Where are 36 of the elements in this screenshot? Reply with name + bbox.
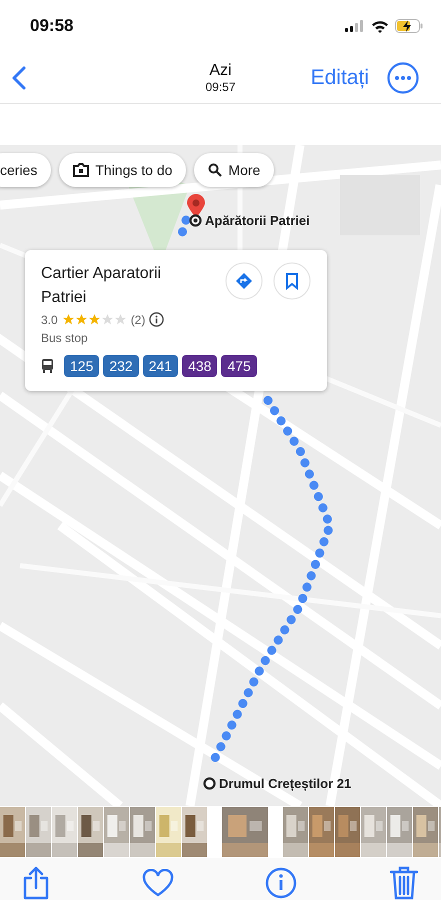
location-pin-icon: [187, 194, 205, 218]
favorite-button[interactable]: [142, 869, 174, 897]
directions-button[interactable]: [225, 262, 263, 300]
bus-icon: [41, 359, 54, 373]
delete-button[interactable]: [388, 866, 419, 900]
save-button[interactable]: [273, 262, 311, 300]
review-count: (2): [130, 312, 146, 326]
more-button[interactable]: [387, 62, 419, 94]
bus-route-badge: 475: [221, 355, 257, 377]
info-button[interactable]: [265, 867, 298, 899]
bus-route-badge: 241: [142, 355, 178, 377]
place-type: Bus stop: [41, 331, 89, 345]
stop-marker-icon: [189, 214, 202, 227]
place-label: Apărătorii Patriei: [205, 213, 310, 228]
signal-icon: [345, 20, 365, 32]
filter-chip[interactable]: ceries: [0, 153, 52, 187]
bus-route-badge: 125: [64, 355, 100, 377]
photo-date: Azi: [209, 62, 232, 80]
filter-chip[interactable]: More: [194, 153, 274, 187]
camera-icon: [73, 163, 90, 177]
status-time: 09:58: [30, 16, 74, 36]
filter-chip[interactable]: Things to do: [59, 153, 186, 187]
bus-route-badge: 438: [182, 355, 218, 377]
share-button[interactable]: [22, 866, 50, 900]
bus-route-badge: 232: [103, 355, 139, 377]
info-icon[interactable]: [149, 312, 164, 327]
back-button[interactable]: [12, 66, 26, 90]
place-title: Cartier Aparatorii Patriei: [41, 264, 162, 308]
place-label: Drumul Crețeștilor 21: [219, 776, 352, 791]
photo-time: 09:57: [205, 80, 236, 94]
edit-button[interactable]: Editați: [310, 66, 369, 90]
wifi-icon: [371, 20, 389, 32]
battery-charging-icon: [395, 19, 423, 33]
rating-value: 3.0: [41, 312, 58, 326]
search-icon: [208, 163, 222, 177]
stop-marker-icon: [203, 777, 216, 790]
